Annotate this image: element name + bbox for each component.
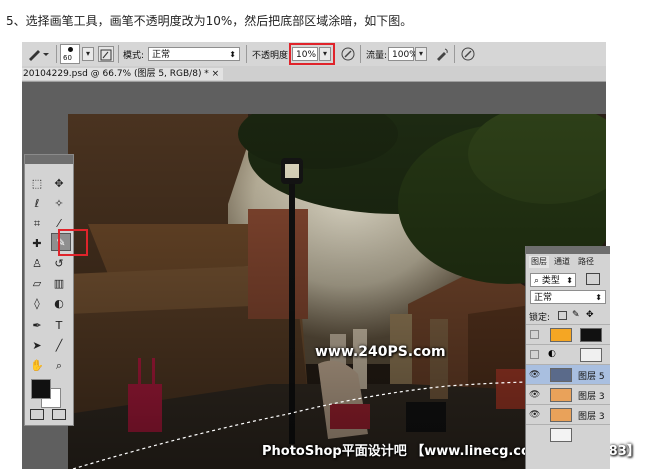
tools-panel: ⬚ ✥ ℓ ✧ ⌗ ⁄ ✚ ✎ ♙ ↺ ▱ ▥ ◊ ◐ ✒ T ➤ ╱ ✋ ⌕ (24, 154, 88, 426)
watermark-center: www.240PS.com (315, 344, 446, 360)
mode-select[interactable]: 正常 ⬍ (148, 47, 240, 61)
opacity-dropdown[interactable]: ▾ (319, 47, 331, 61)
document-tab[interactable]: 20104229.psd @ 66.7% (图层 5, RGB/8) * × (22, 68, 224, 80)
tab-channels[interactable]: 通道 (554, 256, 570, 268)
lock-pixels-icon[interactable]: ✎ (572, 310, 580, 320)
layer-row[interactable] (526, 424, 610, 444)
brush-size-dropdown[interactable]: ▾ (82, 47, 94, 61)
layer-name: 图层 5 (578, 372, 605, 382)
foreground-color-swatch[interactable] (31, 379, 51, 399)
adjustment-layer-icon: ◐ (548, 349, 556, 359)
quick-mask-icon[interactable] (30, 409, 44, 420)
path-select-icon[interactable]: ➤ (27, 337, 47, 355)
lasso-icon[interactable]: ℓ (27, 195, 47, 213)
layer-thumbnail (550, 328, 572, 342)
screen-mode-icon[interactable] (52, 409, 66, 420)
layer-thumbnail (550, 408, 572, 422)
eye-icon[interactable]: 👁 (529, 370, 540, 380)
type-icon[interactable]: T (49, 317, 69, 335)
marquee-icon[interactable]: ⬚ (27, 175, 47, 193)
zoom-icon[interactable]: ⌕ (49, 357, 69, 375)
brush-size-value: 60 (63, 54, 72, 62)
layer-row[interactable]: 👁 图层 3 (526, 404, 610, 424)
line-icon[interactable]: ╱ (49, 337, 69, 355)
brush-tool-preset-icon[interactable] (26, 46, 52, 62)
layer-visibility-box[interactable] (530, 330, 539, 339)
flow-input[interactable]: 100% (388, 47, 418, 61)
layer-mask-thumbnail (580, 348, 602, 362)
layer-visibility-box[interactable] (530, 350, 539, 359)
hand-icon[interactable]: ✋ (27, 357, 47, 375)
layers-panel: 图层 通道 路径 ⌕ 类型 ⬍ 正常 ⬍ 锁定: ✎ ✥ ◐ 👁 图层 5 👁 … (525, 246, 610, 469)
layer-thumbnail (550, 368, 572, 382)
gradient-icon[interactable]: ▥ (49, 275, 69, 293)
move-icon[interactable]: ✥ (49, 175, 69, 193)
mode-select-value: 正常 (152, 50, 171, 60)
layer-name: 图层 3 (578, 412, 605, 422)
blur-icon[interactable]: ◊ (27, 295, 47, 313)
chevron-updown-icon: ⬍ (595, 293, 602, 302)
blend-mode-select[interactable]: 正常 ⬍ (530, 290, 606, 304)
chevron-updown-icon: ⬍ (229, 50, 236, 59)
eye-icon[interactable]: 👁 (529, 390, 540, 400)
healing-icon[interactable]: ✚ (27, 235, 47, 253)
crop-icon[interactable]: ⌗ (27, 215, 47, 233)
flow-dropdown[interactable]: ▾ (415, 47, 427, 61)
pressure-opacity-icon[interactable] (340, 46, 356, 62)
tools-panel-header[interactable] (25, 155, 73, 164)
layer-thumbnail (550, 428, 572, 442)
layer-filter-select[interactable]: ⌕ 类型 ⬍ (530, 273, 576, 287)
eraser-icon[interactable]: ▱ (27, 275, 47, 293)
flow-label: 流量: (366, 51, 388, 61)
opacity-input[interactable]: 10% (292, 47, 318, 61)
brush-size-picker[interactable]: 60 (60, 44, 80, 64)
tutorial-caption: 5、选择画笔工具，画笔不透明度改为10%，然后把底部区域涂暗，如下图。 (6, 14, 413, 28)
layer-row[interactable]: 👁 图层 3 (526, 384, 610, 404)
layer-mask-thumbnail (580, 328, 602, 342)
lock-label: 锁定: (529, 313, 551, 323)
lock-transparent-icon[interactable] (558, 311, 567, 320)
stamp-icon[interactable]: ♙ (27, 255, 47, 273)
mode-label: 模式: (123, 51, 145, 61)
layer-row-group[interactable]: ◐ (526, 344, 610, 364)
lock-position-icon[interactable]: ✥ (586, 310, 594, 320)
brush-tip-icon (68, 47, 73, 52)
history-brush-icon[interactable]: ↺ (49, 255, 69, 273)
blend-mode-value: 正常 (534, 293, 553, 303)
layer-row-selected[interactable]: 👁 图层 5 (526, 364, 610, 384)
layer-thumbnail (550, 388, 572, 402)
filter-image-icon[interactable] (586, 273, 600, 285)
dodge-icon[interactable]: ◐ (49, 295, 69, 313)
chevron-updown-icon: ⬍ (566, 276, 573, 285)
magic-wand-icon[interactable]: ✧ (49, 195, 69, 213)
airbrush-icon[interactable] (434, 46, 450, 62)
layers-panel-header[interactable] (526, 246, 610, 254)
layer-name: 图层 3 (578, 392, 605, 402)
eye-icon[interactable]: 👁 (529, 410, 540, 420)
options-bar: 60 ▾ 模式: 正常 ⬍ 不透明度: 10% ▾ 流量: 100% ▾ (22, 42, 606, 67)
pressure-size-icon[interactable] (460, 46, 476, 62)
pen-icon[interactable]: ✒ (27, 317, 47, 335)
tab-paths[interactable]: 路径 (578, 256, 594, 268)
brush-tool-highlight-box (58, 229, 88, 256)
search-icon: ⌕ (534, 276, 540, 286)
tab-layers[interactable]: 图层 (529, 256, 549, 268)
layer-filter-value: 类型 (541, 276, 560, 286)
opacity-label: 不透明度: (252, 51, 292, 61)
brush-panel-toggle-icon[interactable] (98, 46, 114, 62)
layer-row-adjustment[interactable] (526, 324, 610, 344)
document-tab-bar: 20104229.psd @ 66.7% (图层 5, RGB/8) * × (22, 66, 606, 82)
